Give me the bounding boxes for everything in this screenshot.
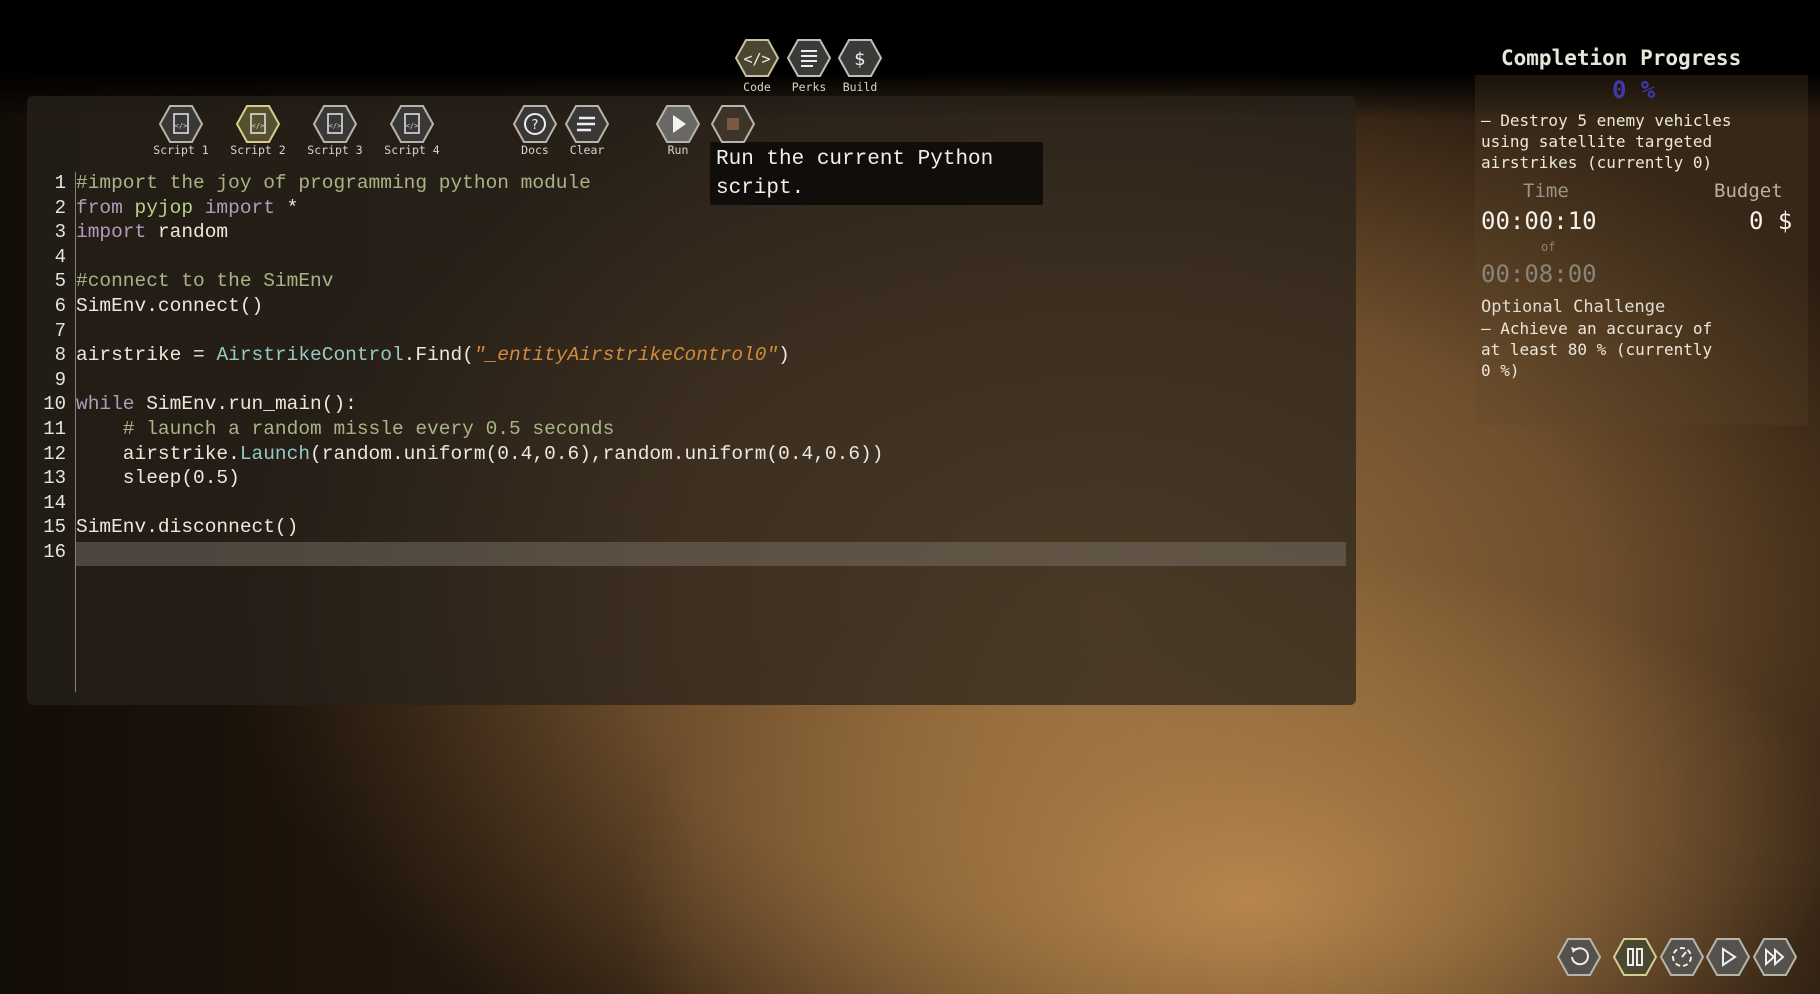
svg-text:</>: </> xyxy=(406,122,419,130)
script-1-label: Script 1 xyxy=(153,143,209,157)
budget-value: 0 $ xyxy=(1749,207,1793,235)
line-number: 4 xyxy=(54,245,66,268)
code-line[interactable]: airstrike.Launch(random.uniform(0.4,0.6)… xyxy=(76,443,884,465)
line-number: 9 xyxy=(54,368,66,391)
line-number: 1 xyxy=(54,172,66,194)
budget-label: Budget xyxy=(1714,180,1783,202)
panel-text-line: — Destroy 5 enemy vehicles xyxy=(1481,111,1732,130)
run-button[interactable] xyxy=(655,104,701,144)
script-2-tab[interactable]: </> xyxy=(235,104,281,144)
code-line[interactable]: while SimEnv.run_main(): xyxy=(76,393,357,415)
of-label: of xyxy=(1541,240,1556,254)
nav-perks-button[interactable] xyxy=(786,38,832,78)
current-line-highlight xyxy=(76,542,1346,566)
panel-text-line: 0 %) xyxy=(1481,361,1520,380)
code-line[interactable]: SimEnv.disconnect() xyxy=(76,516,298,538)
script-3-label: Script 3 xyxy=(307,143,363,157)
panel-text-line: — Achieve an accuracy of xyxy=(1481,319,1713,338)
time-limit: 00:08:00 xyxy=(1481,260,1597,288)
script-2-label: Script 2 xyxy=(230,143,286,157)
challenge-text: — Achieve an accuracy of at least 80 % (c… xyxy=(1481,318,1712,381)
line-number: 6 xyxy=(54,295,66,317)
code-line[interactable]: #connect to the SimEnv xyxy=(76,270,333,292)
playback-play-button[interactable] xyxy=(1705,937,1751,977)
panel-text-line: using satellite targeted xyxy=(1481,132,1713,151)
line-number: 3 xyxy=(54,221,66,244)
script-3-tab[interactable]: </> xyxy=(312,104,358,144)
docs-button[interactable]: ? xyxy=(512,104,558,144)
line-number: 13 xyxy=(43,467,66,490)
elapsed-time: 00:00:10 xyxy=(1481,207,1597,235)
line-number: 10 xyxy=(43,393,66,416)
nav-code-button[interactable]: </> xyxy=(734,38,780,78)
nav-build-button[interactable]: $ xyxy=(837,38,883,78)
run-label: Run xyxy=(667,143,689,157)
code-line[interactable]: SimEnv.connect() xyxy=(76,295,263,317)
script-4-tab[interactable]: </> xyxy=(389,104,435,144)
time-label: Time xyxy=(1523,180,1569,202)
script-1-tab[interactable]: </> xyxy=(158,104,204,144)
progress-percent: 0 % xyxy=(1612,76,1656,104)
code-line[interactable]: #import the joy of programming python mo… xyxy=(76,172,591,194)
line-number: 7 xyxy=(54,319,66,342)
line-number: 15 xyxy=(43,516,66,539)
line-number: 5 xyxy=(54,270,66,293)
clear-label: Clear xyxy=(569,143,605,157)
svg-text:</>: </> xyxy=(175,122,188,130)
panel-text-line: airstrikes (currently 0) xyxy=(1481,153,1713,172)
line-number: 14 xyxy=(43,491,66,514)
panel-text-line: at least 80 % (currently xyxy=(1481,340,1713,359)
svg-text:</>: </> xyxy=(329,122,342,130)
svg-text:</>: </> xyxy=(743,50,770,68)
line-number: 2 xyxy=(54,196,66,219)
nav-build-label: Build xyxy=(842,80,878,94)
svg-text:$: $ xyxy=(854,49,865,70)
clear-button[interactable] xyxy=(564,104,610,144)
playback-slow-motion-button[interactable] xyxy=(1659,937,1705,977)
code-line[interactable]: import random xyxy=(76,221,228,243)
playback-restart-button[interactable] xyxy=(1556,937,1602,977)
nav-code-label: Code xyxy=(743,80,771,94)
code-line[interactable]: # launch a random missle every 0.5 secon… xyxy=(76,418,615,440)
code-line[interactable]: airstrike = AirstrikeControl.Find("_enti… xyxy=(76,344,790,366)
svg-text:</>: </> xyxy=(252,122,265,130)
stop-button[interactable] xyxy=(710,104,756,144)
run-tooltip: Run the current Python script. xyxy=(710,142,1043,205)
svg-text:?: ? xyxy=(532,118,539,133)
line-number: 16 xyxy=(43,541,66,563)
script-4-label: Script 4 xyxy=(384,143,440,157)
nav-perks-label: Perks xyxy=(791,80,827,94)
playback-pause-button[interactable] xyxy=(1612,937,1658,977)
playback-fast-forward-button[interactable] xyxy=(1752,937,1798,977)
docs-label: Docs xyxy=(521,143,549,157)
line-number: 8 xyxy=(54,344,66,367)
line-number: 12 xyxy=(43,442,66,465)
line-number: 11 xyxy=(43,418,66,440)
code-line[interactable]: sleep(0.5) xyxy=(76,467,240,489)
panel-title: Completion Progress xyxy=(1501,46,1742,70)
challenge-title: Optional Challenge xyxy=(1481,297,1666,317)
objective-text: — Destroy 5 enemy vehicles using satellit… xyxy=(1481,110,1731,173)
code-line[interactable]: from pyjop import * xyxy=(76,197,298,219)
